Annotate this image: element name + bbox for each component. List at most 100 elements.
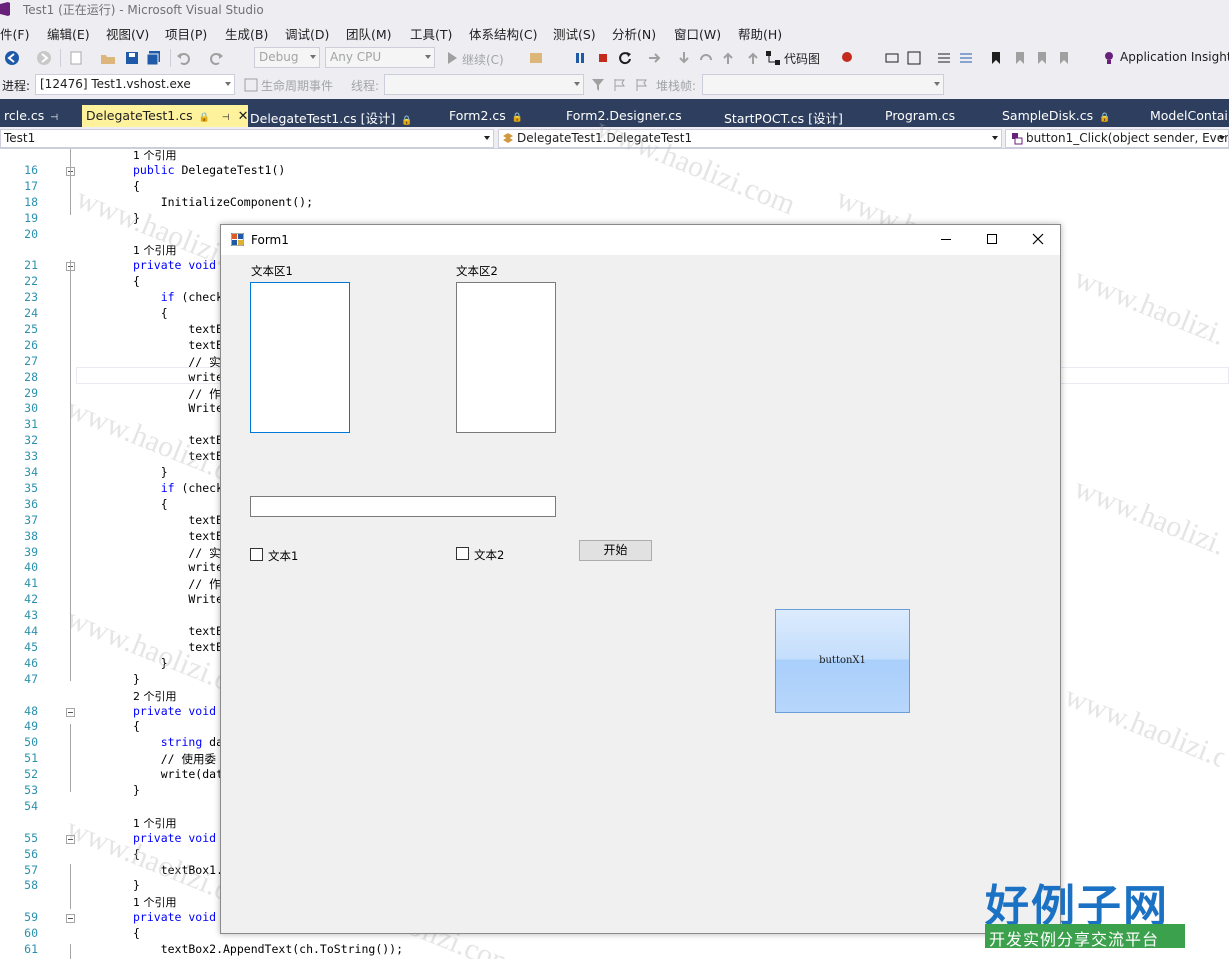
maximize-icon [987,234,997,244]
line-number: 33 [24,449,38,464]
tab-form2-designer-cs[interactable]: Form2.Designer.cs [562,105,686,127]
menu-edit[interactable]: 编辑(E) [47,24,90,43]
menu-team[interactable]: 团队(M) [346,24,392,43]
platform-select[interactable]: Any CPU [325,47,435,68]
menu-analyze[interactable]: 分析(N) [612,24,656,43]
line-number: 52 [24,767,38,782]
show-next-statement-icon[interactable] [646,50,662,66]
breakpoint-icon[interactable] [840,50,856,66]
next-bookmark-icon[interactable] [1034,50,1050,66]
maximize-button[interactable] [969,225,1015,255]
buttonx1[interactable]: buttonX1 [775,609,910,713]
line-number: 48 [24,703,38,718]
stop-icon[interactable] [595,50,611,66]
tab-delegatetest1-cs[interactable]: DelegateTest1.cs 🔒 ⊣ ✕ [82,105,249,127]
reference-count[interactable]: 1 个引用 [133,149,177,163]
reference-count[interactable]: 1 个引用 [133,815,177,831]
toggle-icon[interactable] [884,50,900,66]
process-label: 进程: [2,79,31,93]
continue-icon[interactable] [444,50,460,66]
tab-circle-cs[interactable]: rcle.cs ⊣ [0,105,62,127]
line-number: 50 [24,735,38,750]
tab-delegatetest1-design[interactable]: DelegateTest1.cs [设计] 🔒 [246,105,417,127]
menu-build[interactable]: 生成(B) [225,24,268,43]
lifecycle-events-icon[interactable] [243,77,259,93]
menu-tools[interactable]: 工具(T) [410,24,452,43]
menu-view[interactable]: 视图(V) [106,24,149,43]
continue-button[interactable]: 继续(C) [462,51,504,68]
undo-icon[interactable] [176,50,192,66]
text-area-2[interactable] [456,282,556,433]
code-line: textB [133,321,224,336]
code-map-button[interactable]: 代码图 [784,50,820,67]
stack-frame-select[interactable] [702,74,944,95]
process-select[interactable]: [12476] Test1.vshost.exe [35,74,235,95]
configuration-select[interactable]: Debug [254,47,320,68]
line-number: 19 [24,210,38,225]
layout-icon[interactable] [906,50,922,66]
text-input[interactable] [250,496,556,517]
forward-icon[interactable] [36,50,52,66]
open-file-icon[interactable] [100,50,116,66]
step-into-icon[interactable] [676,50,692,66]
collapse-toggle-icon[interactable] [66,914,75,924]
checkbox-text-2[interactable] [456,547,469,560]
reference-count[interactable]: 2 个引用 [133,688,177,704]
process-icon[interactable] [528,50,544,66]
close-button[interactable] [1015,225,1061,255]
show-flagged-icon[interactable] [634,77,650,93]
tab-program-cs[interactable]: Program.cs [881,105,959,127]
collapse-toggle-icon[interactable] [66,834,75,844]
thread-select[interactable] [384,74,584,95]
start-button[interactable]: 开始 [579,540,652,561]
menu-test[interactable]: 测试(S) [553,24,596,43]
menu-help[interactable]: 帮助(H) [738,24,782,43]
clear-bookmarks-icon[interactable] [1056,50,1072,66]
menu-architecture[interactable]: 体系结构(C) [469,24,537,43]
lightbulb-icon[interactable] [1101,50,1117,66]
redo-icon[interactable] [208,50,224,66]
tab-sampledisk-cs[interactable]: SampleDisk.cs 🔒 [998,105,1114,127]
reference-count[interactable]: 1 个引用 [133,242,177,258]
application-insights-button[interactable]: Application Insight [1120,50,1229,64]
text-area-1[interactable] [250,282,350,433]
project-dropdown[interactable]: Test1 [0,129,494,148]
menu-debug[interactable]: 调试(D) [285,24,329,43]
bookmark-icon[interactable] [988,50,1004,66]
checkbox-text-1[interactable] [250,548,263,561]
prev-bookmark-icon[interactable] [1012,50,1028,66]
comment-icon[interactable] [936,50,952,66]
tab-startpoct-design[interactable]: StartPOCT.cs [设计] [720,105,847,127]
line-number: 51 [24,751,38,766]
menu-file[interactable]: 件(F) [0,24,29,43]
code-map-icon[interactable] [765,50,781,66]
filter-icon[interactable] [590,77,606,93]
back-icon[interactable] [4,50,20,66]
step-over-icon[interactable] [698,50,714,66]
tab-form2-cs[interactable]: Form2.cs 🔒 [445,105,527,127]
collapse-toggle-icon[interactable] [66,707,75,717]
minimize-button[interactable] [923,225,969,255]
pin-icon[interactable]: ⊣ [50,113,58,123]
step-back-icon[interactable] [745,50,761,66]
tab-modelcontainer[interactable]: ModelContain [1146,105,1229,127]
code-line: string da [160,735,224,750]
save-all-icon[interactable] [146,50,162,66]
menu-window[interactable]: 窗口(W) [674,24,721,43]
code-line: // 作 [133,386,221,401]
save-icon[interactable] [124,50,140,66]
menu-project[interactable]: 项目(P) [165,24,207,43]
member-dropdown[interactable]: button1_Click(object sender, EventA [1005,129,1229,148]
restart-icon[interactable] [617,50,633,66]
flag-threads-icon[interactable] [612,77,628,93]
uncomment-icon[interactable] [958,50,974,66]
line-number: 29 [24,385,38,400]
pause-icon[interactable] [572,50,588,66]
class-icon [503,133,513,143]
lifecycle-events-button[interactable]: 生命周期事件 [261,77,333,94]
step-out-icon[interactable] [720,50,736,66]
type-dropdown[interactable]: DelegateTest1.DelegateTest1 [498,129,1002,148]
pin-icon[interactable]: ⊣ [222,113,230,123]
reference-count[interactable]: 1 个引用 [133,894,177,910]
new-project-icon[interactable] [68,50,84,66]
